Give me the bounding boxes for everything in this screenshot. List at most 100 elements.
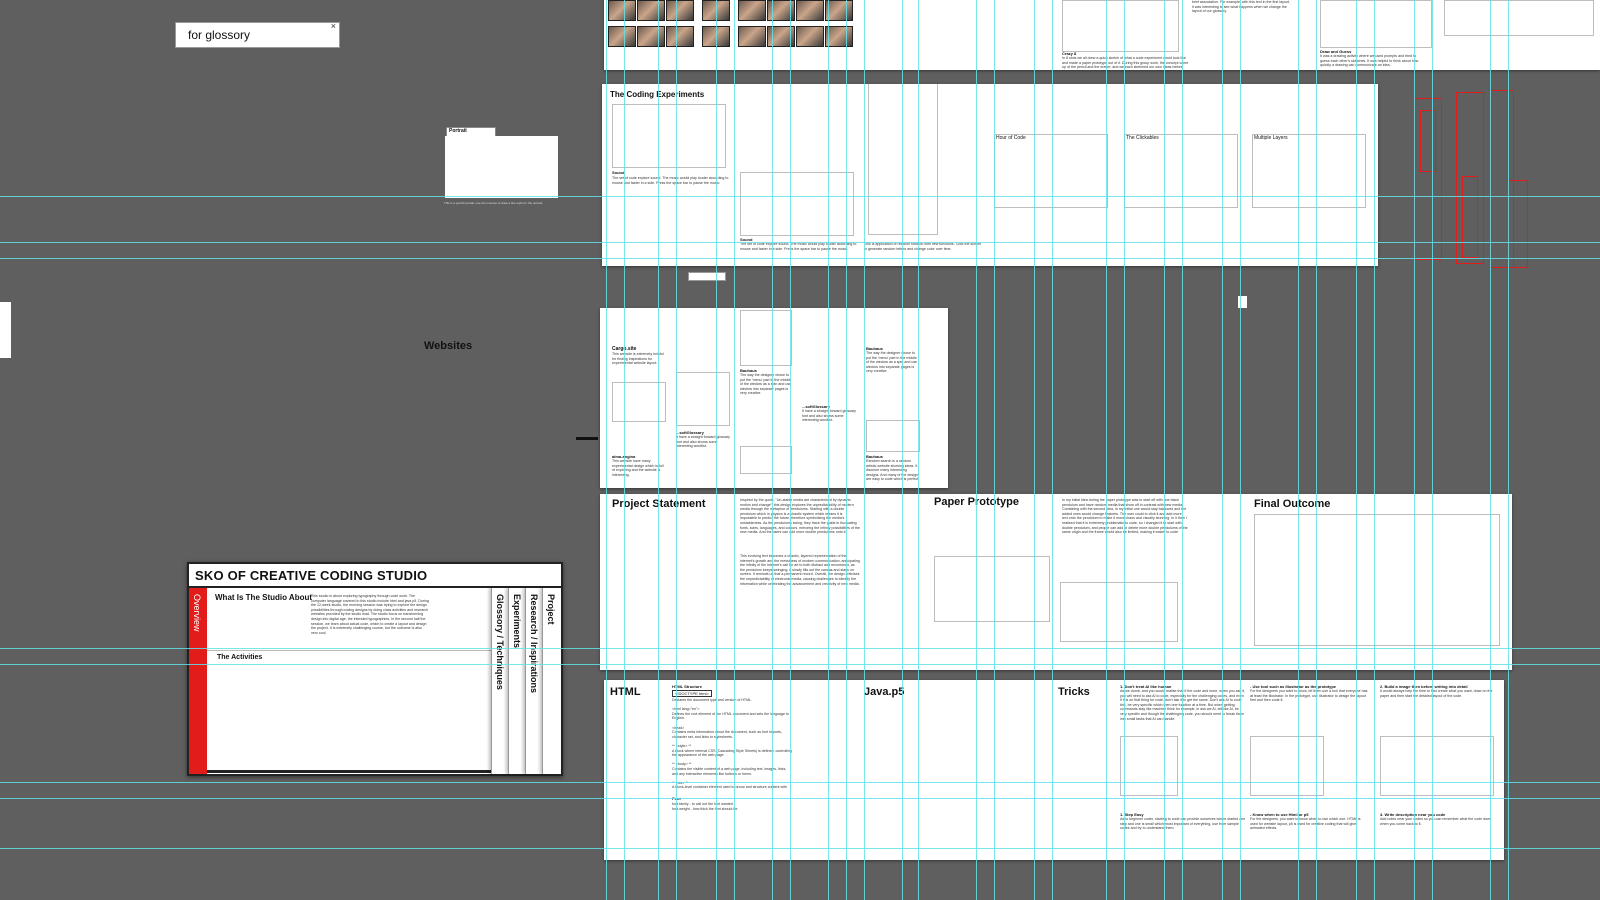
guide-line-vertical <box>1106 0 1107 900</box>
java-p5-title: Java.p5 <box>864 686 905 698</box>
photo-thumb[interactable] <box>796 0 824 21</box>
glossary2-text: It have a straight forward glossary font… <box>802 409 856 423</box>
application-frame[interactable] <box>868 84 938 235</box>
guide-line-vertical <box>1240 0 1241 900</box>
about-heading: What Is The Studio About <box>215 593 313 602</box>
glossary-board: HTML HTML Structure <!DOCTYPE html> Decl… <box>604 680 1504 860</box>
guide-line-vertical <box>846 0 847 900</box>
final-outcome-frame[interactable] <box>1254 514 1500 646</box>
overview-tab[interactable]: Overview <box>189 588 207 774</box>
bauhaus-frame[interactable] <box>740 310 792 366</box>
trick-6-text: Add notes near your codes so you can rem… <box>1380 817 1491 826</box>
search-input[interactable]: for glossory <box>188 28 250 42</box>
bauhaus-lower-frame[interactable] <box>740 446 792 474</box>
crazy8-frame[interactable] <box>1062 0 1179 52</box>
photo-thumb[interactable] <box>608 26 636 47</box>
guide-line-horizontal <box>0 196 1600 197</box>
trick-3-text: It would always help the time to first c… <box>1380 689 1493 698</box>
guide-line-horizontal <box>0 258 1600 259</box>
guide-line-vertical <box>1124 0 1125 900</box>
tab-research-inspirations[interactable]: Research / Inspirations <box>525 588 543 774</box>
studio-title: SKO OF CREATIVE CODING STUDIO <box>195 568 428 583</box>
draw-guess-frame[interactable] <box>1320 0 1432 48</box>
photo-thumb[interactable] <box>738 26 766 47</box>
page-indicator[interactable] <box>688 272 726 281</box>
red-shape <box>1508 180 1528 268</box>
glossary-frame[interactable] <box>676 372 730 426</box>
photo-thumb[interactable] <box>738 0 766 21</box>
guide-line-vertical <box>1490 0 1491 900</box>
guide-line-horizontal <box>0 798 1600 799</box>
portrait-canvas[interactable] <box>445 136 558 198</box>
project-statement-text-2: This evolving text becomes a chaotic, la… <box>740 554 860 586</box>
studio-panel: SKO OF CREATIVE CODING STUDIO Overview W… <box>187 562 563 776</box>
guide-line-vertical <box>864 0 865 900</box>
final-outcome-title: Final Outcome <box>1254 498 1331 510</box>
guide-line-vertical <box>624 0 625 900</box>
guide-line-vertical <box>676 0 677 900</box>
paper-prototype-frame[interactable] <box>934 556 1050 622</box>
project-board: Project Statement Inspired by the quote,… <box>600 494 1512 670</box>
red-shape <box>1420 110 1436 172</box>
guide-line-horizontal <box>0 664 1600 665</box>
photo-thumb[interactable] <box>637 26 665 47</box>
guide-line-vertical <box>1164 0 1165 900</box>
guide-line-vertical <box>606 0 607 900</box>
overview-tab-label: Overview <box>192 594 202 632</box>
trick-3-frame[interactable] <box>1380 736 1494 796</box>
tab-experiments[interactable]: Experiments <box>508 588 526 774</box>
guide-line-vertical <box>1356 0 1357 900</box>
guide-line-vertical <box>1298 0 1299 900</box>
close-icon[interactable]: × <box>331 21 336 31</box>
hour-of-code-label: Hour of Code <box>996 135 1026 141</box>
font-text: font-family - to call out the font wante… <box>672 802 739 811</box>
guide-line-vertical <box>1374 0 1375 900</box>
search-box[interactable]: for glossory × <box>175 21 340 48</box>
guide-line-horizontal <box>0 782 1600 783</box>
tab-glossory-techniques-label: Glossory / Techniques <box>495 594 505 690</box>
trick-1-frame[interactable] <box>1120 736 1178 796</box>
sound-frame[interactable] <box>612 104 726 168</box>
connector-line <box>576 437 598 440</box>
photo-thumb[interactable] <box>825 0 853 21</box>
glossary-text: It have a straight forward glossary font… <box>676 435 730 449</box>
tab-project[interactable]: Project <box>542 588 560 774</box>
sound2-frame[interactable] <box>740 172 854 236</box>
top-right-frame[interactable] <box>1444 0 1594 36</box>
photo-thumb[interactable] <box>825 26 853 47</box>
sound-text: The set of code explore sound. The music… <box>612 176 729 185</box>
photo-thumb[interactable] <box>796 26 824 47</box>
activities-divider <box>207 650 491 651</box>
guide-line-vertical <box>1414 0 1415 900</box>
tab-experiments-label: Experiments <box>512 594 522 649</box>
studio-bottom-rule <box>207 770 491 773</box>
portrait-tab-label: Portrait <box>449 128 467 134</box>
photo-thumb[interactable] <box>666 0 694 21</box>
photo-thumb[interactable] <box>637 0 665 21</box>
guide-line-vertical <box>772 0 773 900</box>
trick-2-text: For the designers you want to know, let … <box>1250 689 1368 703</box>
trick-2-frame[interactable] <box>1250 736 1324 796</box>
draw-guess-text: It was a drawing activity where we used … <box>1320 54 1419 68</box>
guide-line-vertical <box>918 0 919 900</box>
edge-tab[interactable] <box>0 302 11 358</box>
guide-line-vertical <box>994 0 995 900</box>
bauhaus-right-frame[interactable] <box>866 420 920 452</box>
photo-thumb[interactable] <box>608 0 636 21</box>
sound2-text: The set of code explore sound. The music… <box>740 242 857 251</box>
coding-experiments-board: The Coding Experiments Sound The set of … <box>602 84 1378 266</box>
guide-line-vertical <box>828 0 829 900</box>
guide-line-vertical <box>1432 0 1433 900</box>
guide-line-vertical <box>790 0 791 900</box>
activities-heading: The Activities <box>217 654 263 661</box>
tab-project-label: Project <box>546 594 556 625</box>
guide-line-vertical <box>1316 0 1317 900</box>
tab-glossory-techniques[interactable]: Glossory / Techniques <box>491 588 509 774</box>
html-text: Declares the document type and version o… <box>672 698 792 788</box>
project-statement-text: Inspired by the quote, "Un-stable media … <box>740 498 860 535</box>
top-text: brief association. For example, with thi… <box>1192 0 1290 14</box>
guide-line-horizontal <box>0 242 1600 243</box>
paper-prototype-frame-2[interactable] <box>1060 582 1178 642</box>
guide-line-horizontal <box>0 648 1600 649</box>
photo-thumb[interactable] <box>666 26 694 47</box>
